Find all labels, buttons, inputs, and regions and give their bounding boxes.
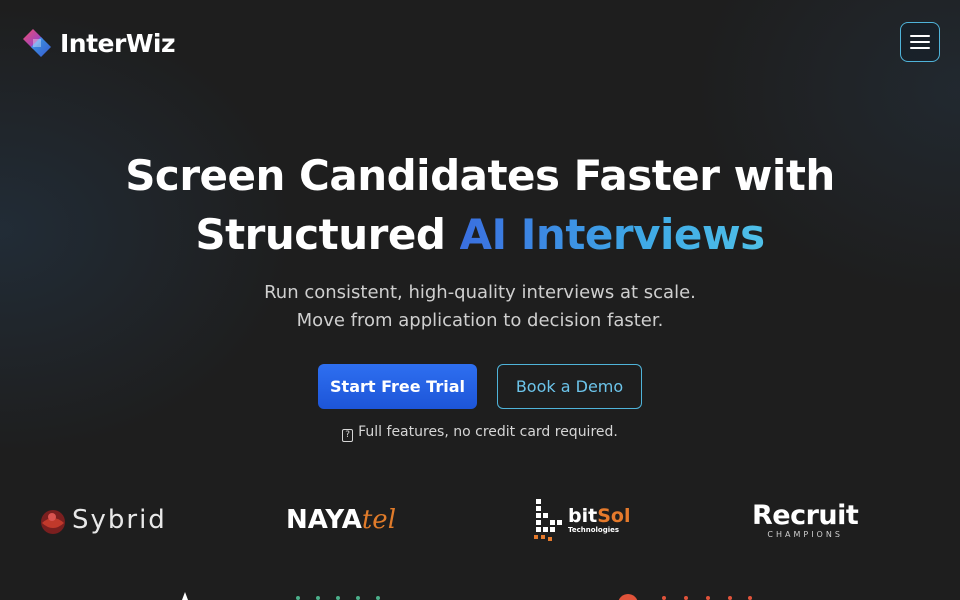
menu-bar-icon (910, 47, 930, 49)
recruit-champions-logo: Recruit CHAMPIONS (752, 490, 859, 550)
bitsol-wordmark: bitSol Technologies (568, 504, 631, 534)
sybrid-mark-icon (41, 510, 65, 534)
bitsol-bit: bit (568, 504, 598, 527)
bitsol-subtitle: Technologies (568, 525, 620, 534)
bitsol-sol: Sol (597, 504, 631, 527)
sybrid-logo: Sybrid (38, 490, 167, 550)
brand-name: InterWiz (60, 28, 176, 58)
menu-bar-icon (910, 41, 930, 43)
sybrid-wordmark: Sybrid (72, 505, 167, 535)
trial-note: ? Full features, no credit card required. (0, 424, 960, 442)
book-demo-button[interactable]: Book a Demo (497, 364, 642, 409)
partial-star-icon (182, 592, 188, 600)
cta-row: Start Free Trial Book a Demo (318, 364, 642, 409)
site-header: InterWiz (0, 0, 960, 84)
recruit-subtitle: CHAMPIONS (767, 529, 843, 539)
hamburger-menu-button[interactable] (900, 22, 940, 62)
interwiz-logo-icon (23, 29, 51, 57)
bitsol-pixel-mark-icon (534, 499, 562, 541)
nayatel-naya: NAYA (286, 505, 362, 535)
hero-title-line1: Screen Candidates Faster with (125, 151, 835, 200)
partner-logos: Sybrid NAYA tel bitSol Technologies Recru… (0, 490, 960, 550)
hero-title-accent: AI Interviews (459, 210, 766, 259)
start-free-trial-button[interactable]: Start Free Trial (318, 364, 477, 409)
question-box-icon: ? (342, 429, 354, 442)
menu-bar-icon (910, 35, 930, 37)
trial-note-text: Full features, no credit card required. (358, 424, 618, 440)
partial-stars-icon (296, 596, 380, 600)
brand-logo[interactable]: InterWiz (20, 26, 176, 60)
partial-rating-icon (618, 594, 752, 600)
hero-subtitle-line1: Run consistent, high-quality interviews … (264, 282, 696, 303)
recruit-wordmark: Recruit (752, 499, 859, 531)
partial-logo-row (0, 590, 960, 600)
hero-title-line2-plain: Structured (195, 210, 460, 259)
hero-title: Screen Candidates Faster with Structured… (0, 146, 960, 264)
bitsol-logo: bitSol Technologies (532, 490, 630, 550)
nayatel-logo: NAYA tel (286, 490, 396, 550)
hero-subtitle-line2: Move from application to decision faster… (296, 310, 664, 331)
hero-subtitle: Run consistent, high-quality interviews … (0, 279, 960, 335)
nayatel-tel: tel (361, 505, 397, 535)
